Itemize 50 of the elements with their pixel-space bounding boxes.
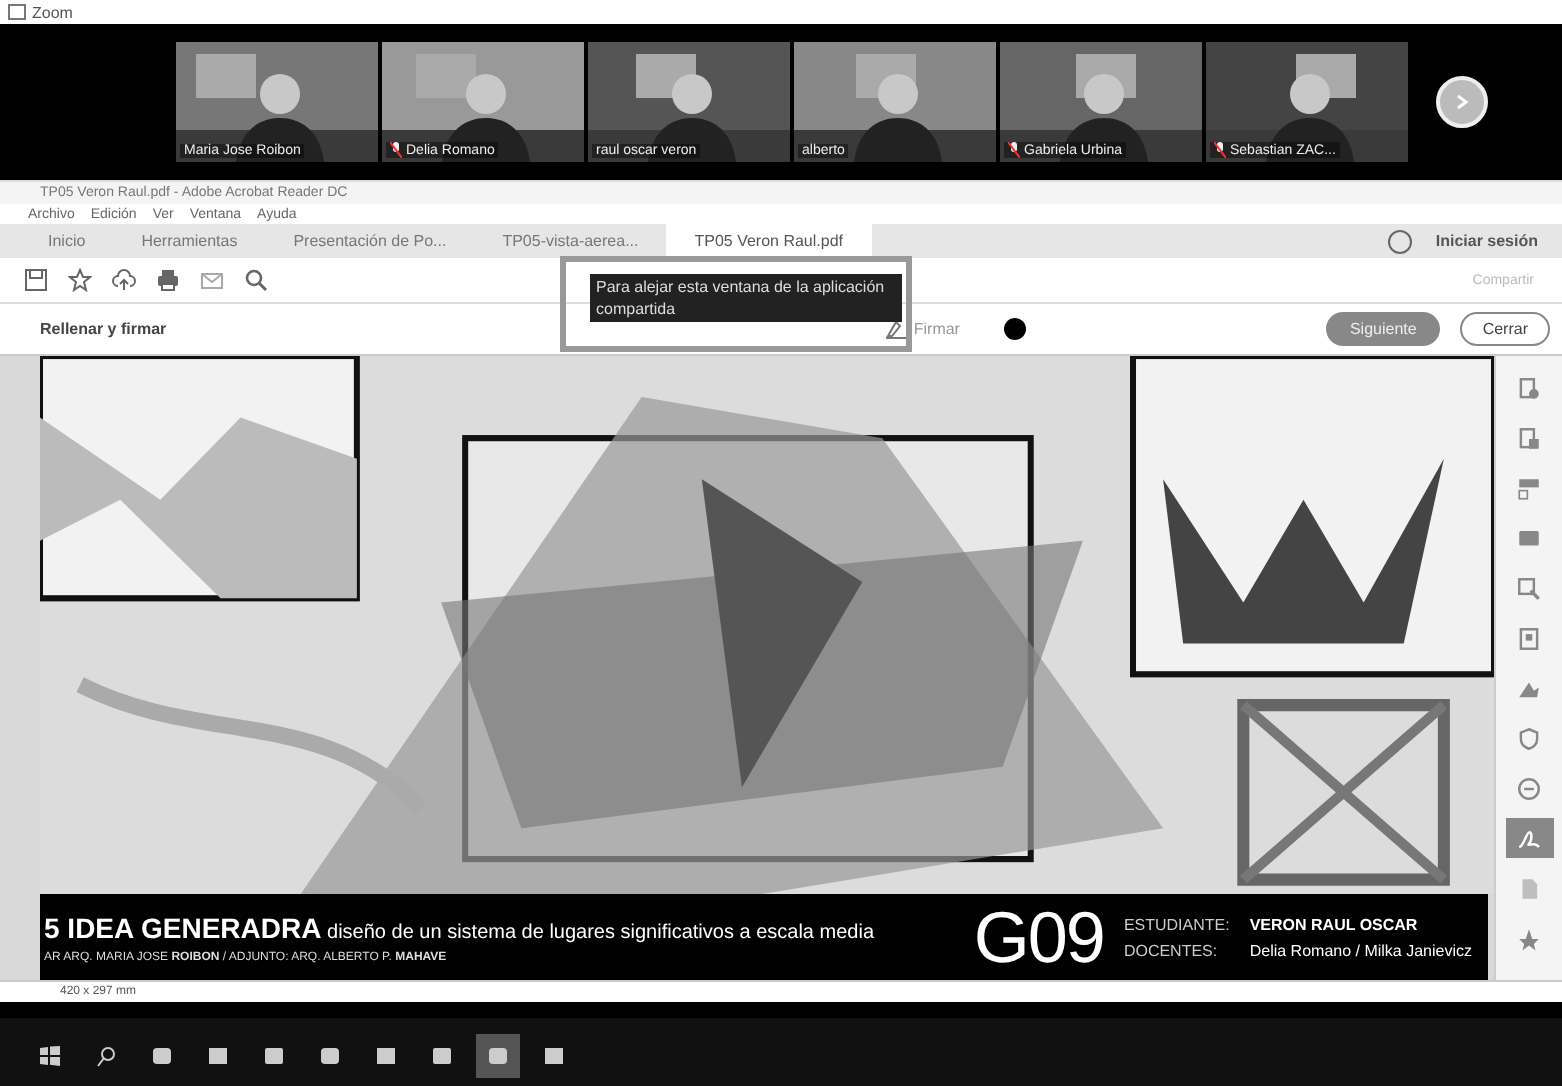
screen-icon: [1516, 525, 1542, 551]
app-icon: [374, 1044, 398, 1068]
page-icon: [1516, 625, 1542, 651]
search-icon: [94, 1044, 118, 1068]
teacher-names: Delia Romano / Milka Janievicz: [1249, 941, 1472, 959]
overlay-message: Para alejar esta ventana de la aplicación compartida: [590, 274, 902, 322]
student-name: VERON RAUL OSCAR: [1249, 915, 1420, 933]
windows-logo-icon: [38, 1044, 62, 1068]
layout-icon: [1516, 475, 1542, 501]
color-swatch[interactable]: [1003, 318, 1026, 340]
print-icon[interactable]: [156, 268, 180, 292]
app-icon: [8, 4, 26, 20]
tool-button[interactable]: [1505, 818, 1553, 858]
chevron-icon: [1454, 94, 1470, 110]
signature-icon: [1516, 825, 1542, 851]
app-icon: [318, 1044, 342, 1068]
group-code: G09: [973, 895, 1104, 979]
banner-title: 5 IDEA GENERADRA diseño de un sistema de lugares significativos a escala media: [44, 911, 877, 943]
app-icon: [262, 1044, 286, 1068]
banner-subtitle: diseño de un sistema de lugares significativos a escala media: [327, 921, 875, 943]
tab[interactable]: Herramientas: [113, 224, 266, 258]
document-icon: [1516, 375, 1542, 401]
tab[interactable]: Presentación de Po...: [265, 224, 475, 258]
document-icon: [1516, 425, 1542, 451]
zoom-icon[interactable]: [244, 268, 268, 292]
help-icon[interactable]: [1387, 229, 1412, 253]
app-icon: [486, 1044, 510, 1068]
cloud-upload-icon[interactable]: [112, 268, 136, 292]
student-label: ESTUDIANTE:: [1123, 915, 1230, 933]
sign-in-link[interactable]: Iniciar sesión: [1435, 232, 1538, 250]
close-button[interactable]: Cerrar: [1460, 312, 1550, 346]
tab[interactable]: Inicio: [20, 224, 114, 258]
app-icon: [150, 1044, 174, 1068]
star-icon[interactable]: [68, 268, 92, 292]
app-icon: [206, 1044, 230, 1068]
app-icon: [430, 1044, 454, 1068]
next-button[interactable]: Siguiente: [1325, 312, 1441, 346]
next-page-button[interactable]: [1436, 76, 1488, 128]
minus-circle-icon: [1516, 775, 1542, 801]
app-icon: [542, 1044, 566, 1068]
star-icon: [1516, 925, 1542, 951]
tab[interactable]: TP05-vista-aerea...: [474, 224, 667, 258]
tab[interactable]: TP05 Veron Raul.pdf: [666, 224, 872, 258]
pen-icon: [883, 319, 908, 339]
shield-icon: [1516, 725, 1542, 751]
teachers-label: DOCENTES:: [1123, 941, 1220, 959]
panel-title: Rellenar y firmar: [40, 320, 167, 338]
save-icon[interactable]: [24, 268, 48, 292]
crop-icon: [1516, 575, 1542, 601]
window-title: Zoom: [32, 3, 73, 21]
